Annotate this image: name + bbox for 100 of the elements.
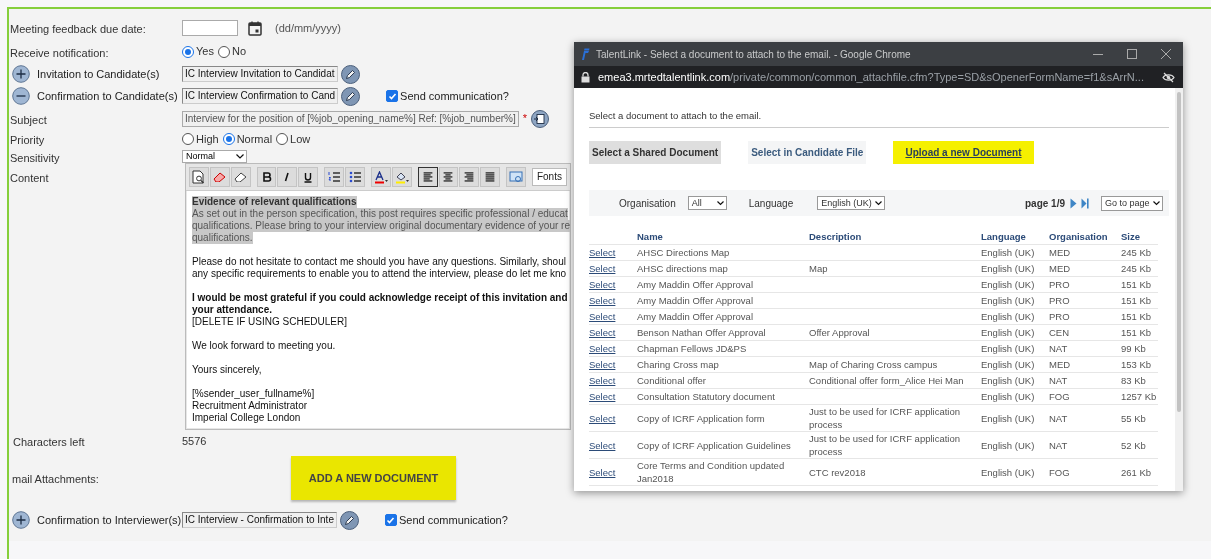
date-field[interactable]: [182, 20, 238, 36]
table-cell: English (UK): [981, 391, 1035, 402]
eraser-icon[interactable]: [230, 167, 251, 187]
table-cell: Core Terms and Condition updated Jan2018: [637, 460, 785, 484]
table-cell: English (UK): [981, 343, 1035, 354]
table-cell: Just to be used for ICRF application process: [809, 433, 961, 457]
document-tab[interactable]: Select in Candidate File: [748, 141, 867, 164]
select-link[interactable]: Select: [589, 263, 616, 274]
document-tab[interactable]: Select a Shared Document: [589, 141, 722, 164]
add-document-button[interactable]: ADD A NEW DOCUMENT: [291, 456, 456, 500]
organisation-label: Organisation: [619, 196, 676, 211]
template-field[interactable]: IC Interview - Confirmation to Inte: [182, 512, 337, 528]
template-field[interactable]: IC Interview Confirmation to Cand: [182, 88, 339, 104]
column-header: Name: [637, 231, 663, 242]
radio-button[interactable]: [222, 133, 235, 145]
table-cell: Copy of ICRF Application Guidelines: [637, 439, 791, 451]
calendar-icon[interactable]: [248, 20, 262, 36]
edit-pencil-icon[interactable]: [340, 64, 360, 84]
radio-button[interactable]: [217, 45, 230, 58]
editor-text-line: I would be most grateful if you could acknowledge receipt of this invitation and: [192, 292, 568, 304]
content-label: Content: [10, 172, 49, 184]
table-cell: FOG: [1049, 466, 1070, 478]
plus-circle-icon[interactable]: [12, 511, 30, 529]
table-cell: MED: [1049, 247, 1071, 258]
organisation-dropdown[interactable]: All: [687, 196, 727, 210]
table-cell: 151 Kb: [1121, 279, 1152, 290]
subject-field[interactable]: Interview for the position of [%job_opening_name%] Ref: [%job_number%]: [182, 111, 519, 127]
checkbox[interactable]: [386, 90, 399, 102]
select-link[interactable]: Select: [589, 247, 616, 258]
select-link[interactable]: Select: [589, 466, 616, 478]
template-field[interactable]: IC Interview Invitation to Candidat: [182, 66, 338, 82]
table-cell: Consultation Statutory document: [637, 391, 775, 402]
table-cell: 55 Kb: [1121, 412, 1146, 424]
table-cell: English (UK): [981, 279, 1035, 290]
minus-circle-icon[interactable]: [12, 87, 30, 105]
plus-circle-icon[interactable]: [12, 65, 30, 83]
table-cell: Amy Maddin Offer Approval: [637, 279, 753, 290]
select-link[interactable]: Select: [589, 311, 616, 322]
underline-icon[interactable]: [298, 167, 319, 187]
eye-off-icon[interactable]: [1162, 71, 1175, 83]
eraser-icon[interactable]: [209, 167, 230, 187]
fonts-dropdown[interactable]: Fonts: [531, 168, 567, 186]
table-cell: English (UK): [981, 375, 1035, 386]
table-cell: Just to be used for ICRF application process: [809, 406, 961, 430]
radio-button[interactable]: [182, 133, 194, 145]
editor-text-line: [DELETE IF USING SCHEDULER]: [192, 316, 348, 328]
align-icon[interactable]: [417, 167, 438, 187]
table-cell: English (UK): [981, 466, 1035, 478]
chevron-down-icon: [875, 200, 883, 206]
rich-text-editor[interactable]: [185, 163, 571, 430]
editor-text-line: We look forward to meeting you.: [192, 340, 336, 352]
radio-button[interactable]: [182, 45, 194, 58]
select-link[interactable]: Select: [589, 343, 616, 354]
table-cell: NAT: [1049, 343, 1068, 354]
send-communication-label: Send communication?: [400, 88, 509, 104]
table-cell: 151 Kb: [1121, 295, 1152, 306]
table-cell: English (UK): [981, 295, 1035, 306]
table-cell: AHSC Directions Map: [637, 247, 730, 258]
bold-icon[interactable]: [256, 167, 277, 187]
checkbox[interactable]: [384, 514, 397, 526]
characters-left-count: 5576: [182, 433, 207, 449]
send-communication-label: Send communication?: [398, 512, 508, 528]
table-cell: Conditional offer: [637, 375, 706, 386]
insert-field-icon[interactable]: [506, 167, 526, 187]
go-to-page-dropdown[interactable]: Go to page: [1101, 195, 1163, 211]
select-link[interactable]: Select: [589, 279, 616, 290]
preview-icon[interactable]: [189, 167, 209, 187]
table-cell: MED: [1049, 359, 1071, 370]
select-link[interactable]: Select: [589, 391, 616, 402]
bulleted-list-icon[interactable]: [345, 167, 365, 187]
document-tab[interactable]: Upload a new Document: [893, 141, 1034, 164]
chevron-down-icon: [1153, 200, 1160, 206]
table-cell: Offer Approval: [809, 327, 870, 338]
select-link[interactable]: Select: [589, 375, 616, 386]
table-cell: 99 Kb: [1121, 343, 1146, 354]
table-cell: English (UK): [981, 412, 1035, 424]
scrollbar-thumb[interactable]: [1177, 92, 1181, 412]
edit-pencil-icon[interactable]: [339, 510, 359, 530]
editor-text-line: Please do not hesitate to contact me should you have any questions. Similarly, shoul: [192, 256, 566, 268]
edit-pencil-icon[interactable]: [341, 86, 361, 106]
select-link[interactable]: Select: [589, 327, 616, 338]
language-dropdown[interactable]: English (UK): [817, 196, 886, 210]
italic-icon[interactable]: [277, 167, 298, 187]
radio-button[interactable]: [276, 133, 289, 145]
insert-field-icon[interactable]: [531, 110, 550, 128]
select-link[interactable]: Select: [589, 412, 616, 424]
select-link[interactable]: Select: [589, 295, 616, 306]
last-page-icon[interactable]: [1081, 197, 1089, 209]
text-color-icon[interactable]: [370, 167, 391, 187]
radio-label: High: [196, 131, 219, 147]
sensitivity-dropdown[interactable]: Normal: [182, 150, 247, 163]
select-link[interactable]: Select: [589, 359, 616, 370]
next-page-icon[interactable]: [1070, 197, 1077, 209]
numbered-list-icon[interactable]: [324, 167, 345, 187]
editor-text-line: Yours sincerely,: [192, 364, 262, 376]
sensitivity-label: Sensitivity: [10, 151, 60, 164]
select-link[interactable]: Select: [589, 439, 616, 451]
highlight-color-icon[interactable]: [391, 167, 412, 187]
table-cell: English (UK): [981, 439, 1035, 451]
table-cell: CEN: [1049, 327, 1070, 338]
